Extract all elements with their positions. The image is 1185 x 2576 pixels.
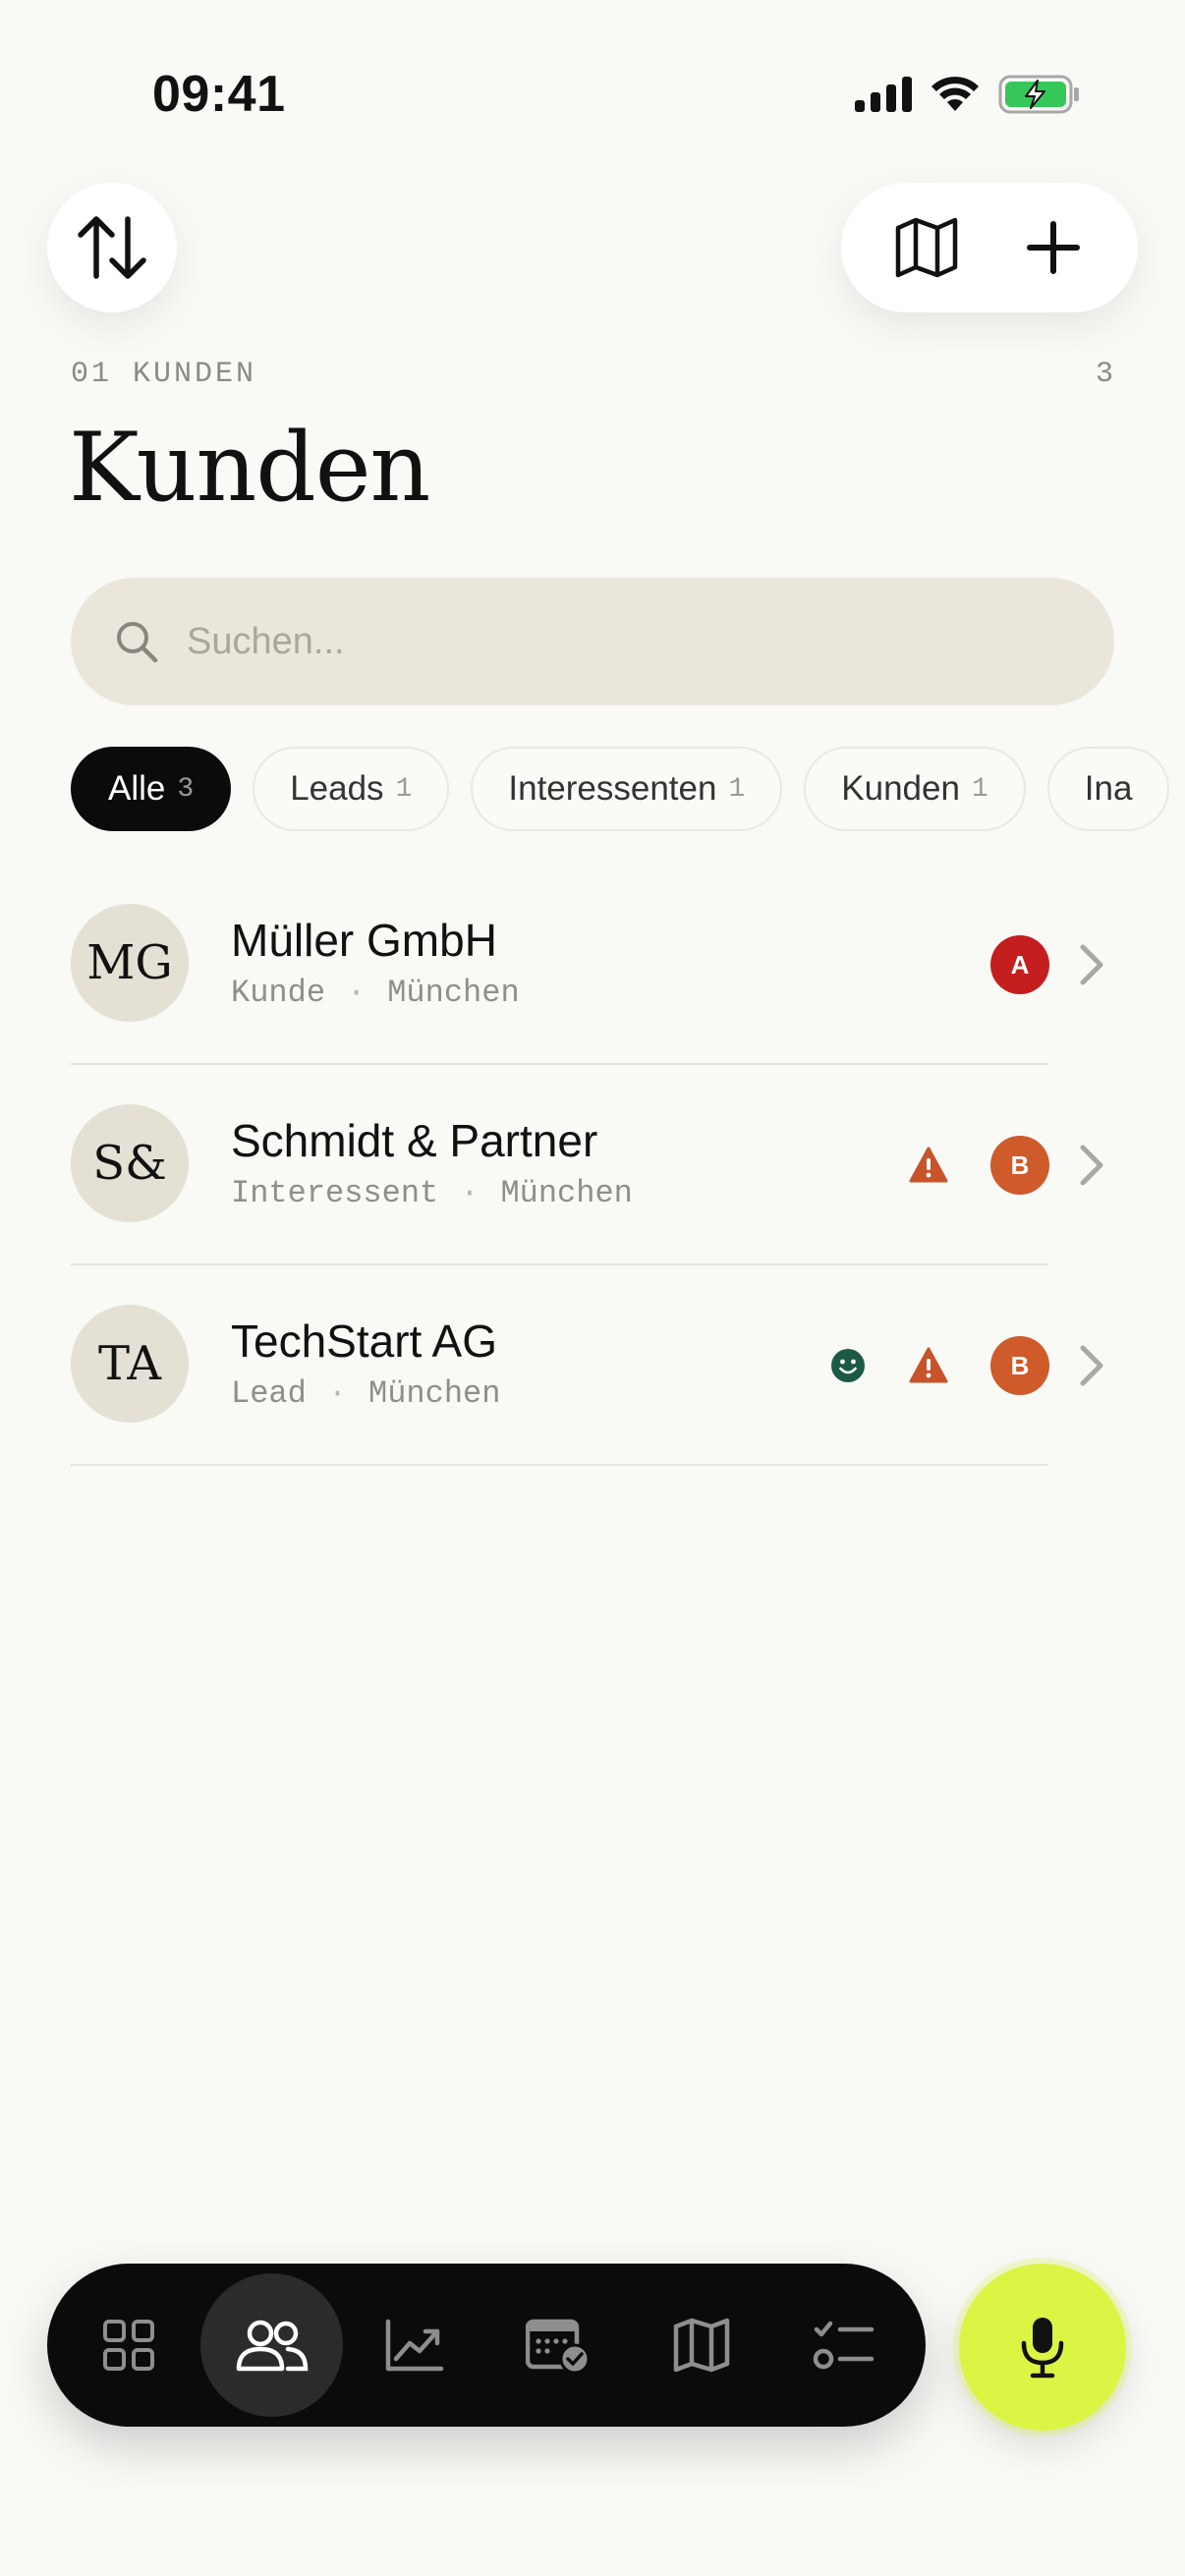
- customer-row[interactable]: TA TechStart AG Lead · München B: [71, 1265, 1114, 1466]
- map-icon: [673, 2318, 729, 2373]
- filter-chip-count: 1: [971, 773, 988, 805]
- add-customer-button[interactable]: [999, 194, 1107, 302]
- customer-count: 3: [1095, 358, 1113, 391]
- search-bar[interactable]: [71, 578, 1114, 705]
- search-input[interactable]: [187, 620, 1032, 663]
- search-icon: [117, 622, 158, 663]
- customer-meta: Kunde · München: [231, 975, 520, 1011]
- avatar: MG: [71, 904, 189, 1022]
- filter-chip-alle[interactable]: Alle 3: [71, 747, 232, 831]
- customer-type: Interessent: [231, 1175, 439, 1211]
- customer-meta: Lead · München: [231, 1375, 500, 1412]
- chevron-right-icon: [1080, 944, 1103, 985]
- customer-name: Müller GmbH: [231, 915, 497, 966]
- customer-city: München: [500, 1175, 633, 1211]
- separator-dot: ·: [327, 1375, 348, 1412]
- map-icon: [895, 217, 957, 278]
- customer-row[interactable]: S& Schmidt & Partner Interessent · München…: [71, 1065, 1114, 1265]
- chevron-right-icon: [1080, 1145, 1103, 1186]
- sort-arrows-icon: [78, 216, 146, 279]
- customer-type: Kunde: [231, 975, 326, 1011]
- tab-customers[interactable]: [199, 2273, 344, 2417]
- battery-charging-icon: [998, 75, 1079, 114]
- customer-row[interactable]: MG Müller GmbH Kunde · München A: [71, 865, 1114, 1065]
- smiley-icon: [831, 1349, 865, 1382]
- customer-city: München: [368, 1375, 501, 1412]
- separator-dot: ·: [460, 1175, 480, 1211]
- tab-tasks[interactable]: [772, 2273, 916, 2417]
- filter-chips: Alle 3 Leads 1 Interessenten 1 Kunden 1 …: [71, 747, 1185, 831]
- customers-screen: 09:41 01 KUNDEN 3 Kunden Suchen... Alle …: [0, 0, 1185, 2576]
- tab-analytics[interactable]: [343, 2273, 486, 2417]
- filter-chip-inaktiv[interactable]: Ina: [1046, 747, 1170, 831]
- filter-chip-interessenten[interactable]: Interessenten 1: [471, 747, 783, 831]
- map-view-button[interactable]: [873, 194, 981, 302]
- customer-type: Lead: [231, 1375, 307, 1412]
- microphone-icon: [1021, 2318, 1064, 2379]
- checklist-icon: [813, 2321, 875, 2370]
- tab-map[interactable]: [630, 2273, 773, 2417]
- row-divider: [71, 1464, 1048, 1466]
- priority-badge: B: [990, 1336, 1049, 1395]
- top-actions: [841, 183, 1138, 312]
- grid-icon: [102, 2320, 154, 2371]
- page-title: Kunden: [69, 413, 430, 523]
- priority-badge: A: [990, 935, 1049, 994]
- customer-meta: Interessent · München: [231, 1175, 633, 1211]
- filter-chip-label: Ina: [1084, 769, 1133, 808]
- filter-chip-label: Interessenten: [508, 769, 717, 808]
- status-icons: [855, 75, 1081, 114]
- filter-chip-leads[interactable]: Leads 1: [253, 747, 450, 831]
- filter-chip-label: Kunden: [841, 769, 960, 808]
- plus-icon: [1026, 221, 1080, 274]
- customer-name: TechStart AG: [231, 1316, 498, 1367]
- filter-chip-kunden[interactable]: Kunden 1: [804, 747, 1026, 831]
- customer-name: Schmidt & Partner: [231, 1115, 598, 1166]
- avatar: S&: [71, 1104, 189, 1222]
- tab-calendar[interactable]: [486, 2273, 630, 2417]
- separator-dot: ·: [347, 975, 367, 1011]
- filter-chip-count: 1: [395, 773, 413, 805]
- bottom-tab-bar: [47, 2264, 926, 2427]
- people-icon: [236, 2320, 308, 2372]
- filter-chip-label: Alle: [108, 769, 166, 808]
- warning-icon: [909, 1147, 948, 1183]
- tab-dashboard[interactable]: [57, 2273, 200, 2417]
- warning-icon: [909, 1347, 948, 1383]
- avatar: TA: [71, 1305, 189, 1423]
- chart-icon: [385, 2319, 444, 2372]
- wifi-icon: [931, 77, 979, 111]
- calendar-check-icon: [525, 2319, 591, 2375]
- status-time: 09:41: [152, 66, 286, 123]
- section-eyebrow: 01 KUNDEN: [71, 358, 257, 391]
- customer-city: München: [387, 975, 520, 1011]
- cellular-signal-icon: [855, 77, 912, 112]
- voice-input-button[interactable]: [959, 2264, 1126, 2431]
- filter-chip-label: Leads: [290, 769, 384, 808]
- customer-list: MG Müller GmbH Kunde · München A S& Schmid…: [71, 865, 1114, 1466]
- sort-button[interactable]: [47, 183, 177, 312]
- filter-chip-count: 1: [728, 773, 746, 805]
- chevron-right-icon: [1080, 1345, 1103, 1386]
- filter-chip-count: 3: [177, 773, 195, 805]
- priority-badge: B: [990, 1136, 1049, 1195]
